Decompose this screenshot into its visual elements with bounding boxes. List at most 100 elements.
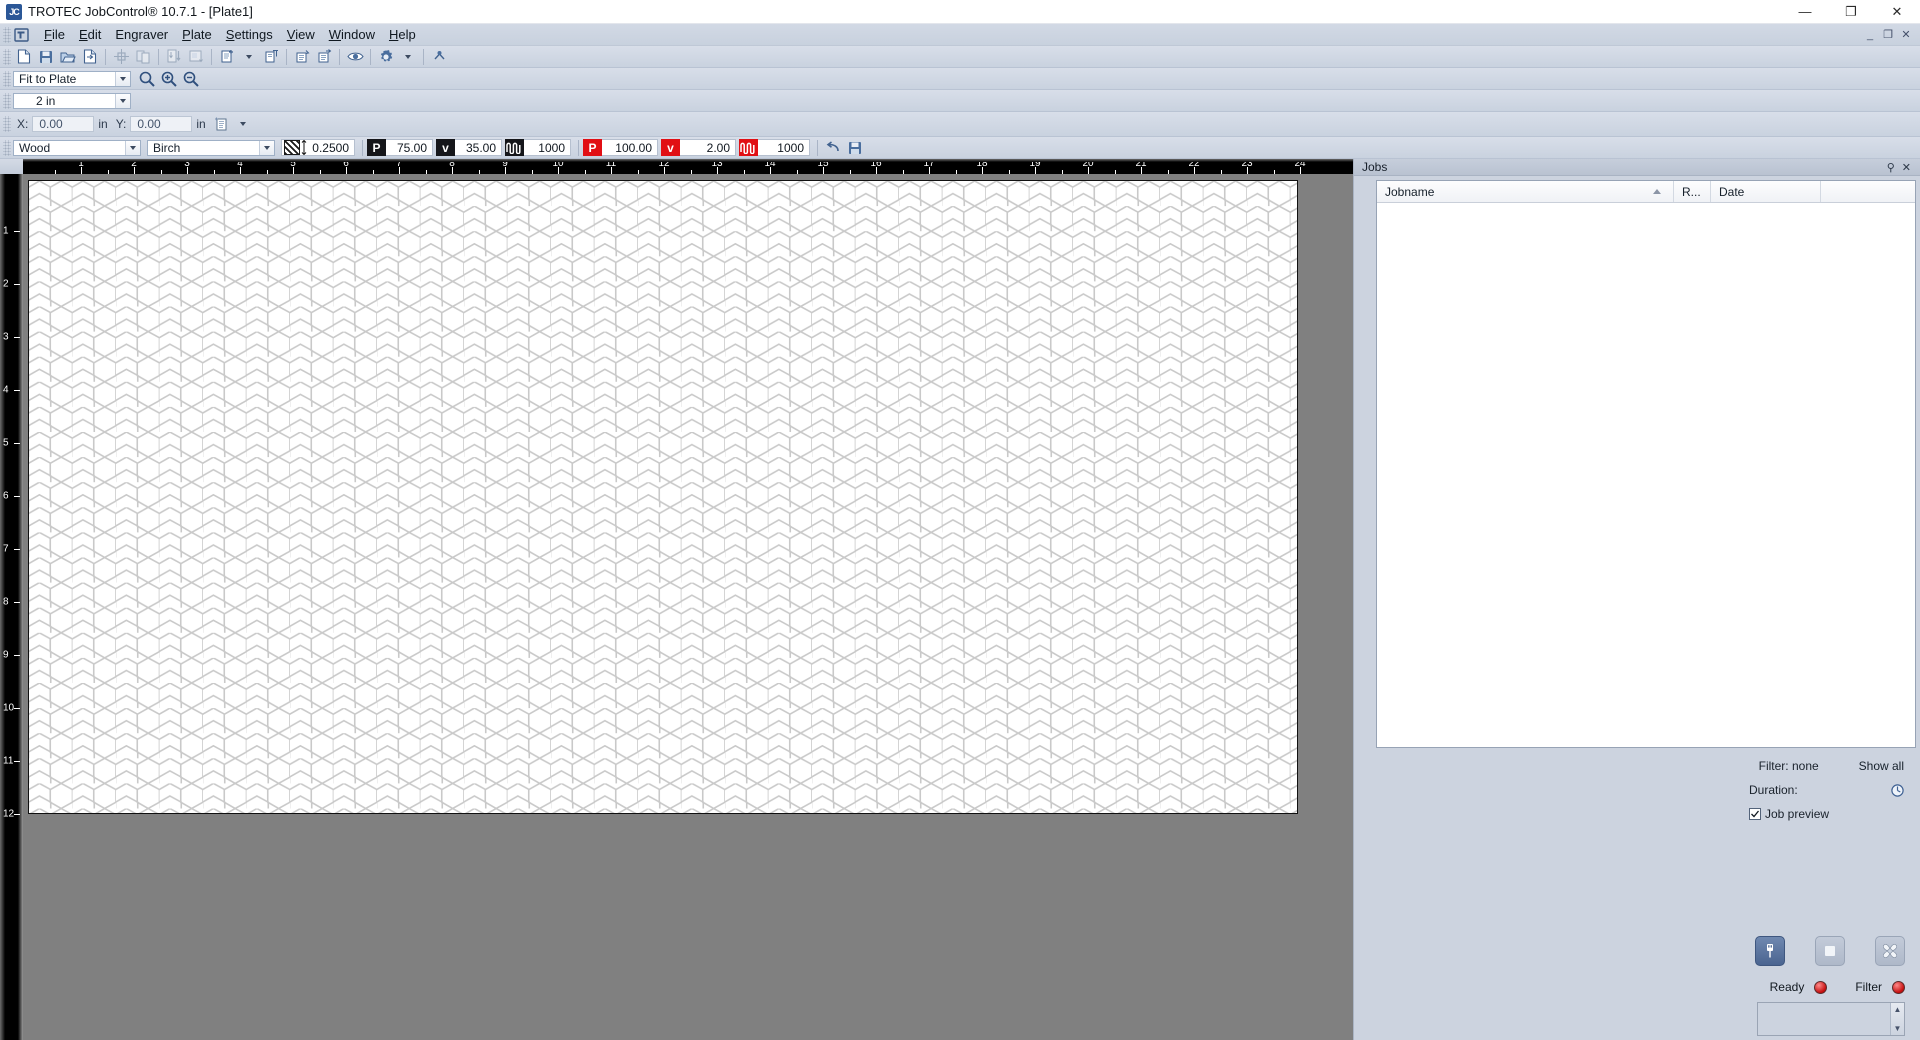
toolbar-grip[interactable]: [3, 48, 11, 65]
plate-canvas-area[interactable]: 1 2 3 4 5 6 7 8 9 10 11 12 13 14 15 16 17 18 19 20 21 22 23 24 …: [0, 159, 1353, 1040]
message-box[interactable]: ▲ ▼: [1757, 1002, 1905, 1036]
engrave-frequency-value[interactable]: 1000: [524, 139, 571, 156]
ruler-corner: [0, 159, 23, 174]
material-group-combo[interactable]: Wood: [13, 139, 141, 156]
menu-settings[interactable]: Settings: [219, 25, 280, 44]
scroll-down-icon[interactable]: ▼: [1894, 1024, 1902, 1033]
ruler-label: 8: [449, 159, 455, 169]
menu-help[interactable]: Help: [382, 25, 423, 44]
material-type-combo[interactable]: Birch: [147, 139, 275, 156]
ruler-tick-minor: [584, 170, 586, 174]
job-preview-checkbox[interactable]: [1749, 808, 1761, 820]
ruler-tick-minor: [1220, 170, 1222, 174]
new-job-dropdown[interactable]: [239, 48, 259, 66]
chevron-down-icon[interactable]: [115, 71, 130, 86]
minimize-button[interactable]: —: [1782, 0, 1828, 24]
cut-power-value[interactable]: 100.00: [602, 139, 658, 156]
menu-engraver[interactable]: Engraver: [108, 25, 175, 44]
menu-file[interactable]: FFileile: [37, 25, 72, 44]
engrave-power-value[interactable]: 75.00: [386, 139, 433, 156]
sort-job-button[interactable]: [164, 48, 184, 66]
jobs-column-r[interactable]: R...: [1674, 181, 1711, 202]
settings-dropdown[interactable]: [398, 48, 418, 66]
undo-material-button[interactable]: [823, 139, 843, 157]
engrave-speed-value[interactable]: 35.00: [455, 139, 502, 156]
ruler-tick-minor: [425, 170, 427, 174]
exhaust-fan-button[interactable]: [1875, 936, 1905, 966]
toolbar-grip[interactable]: [3, 92, 11, 109]
toolbar-separator: [158, 48, 159, 65]
ruler-label: 12: [3, 808, 15, 820]
chevron-down-icon[interactable]: [259, 140, 274, 155]
chevron-down-icon[interactable]: [125, 140, 140, 155]
connect-button[interactable]: [429, 48, 449, 66]
zoom-toolbar: Fit to Plate: [0, 68, 1920, 90]
open-button[interactable]: [58, 48, 78, 66]
close-button[interactable]: ✕: [1874, 0, 1920, 24]
menu-grip[interactable]: [3, 26, 11, 43]
job-lock-button[interactable]: [292, 48, 312, 66]
material-type-value: Birch: [153, 140, 181, 155]
menu-edit[interactable]: Edit: [72, 25, 108, 44]
y-input[interactable]: 0.00: [130, 116, 193, 132]
menu-view[interactable]: View: [280, 25, 322, 44]
message-scrollbar[interactable]: ▲ ▼: [1890, 1003, 1904, 1035]
toolbar-separator: [362, 139, 363, 156]
menu-plate[interactable]: Plate: [175, 25, 219, 44]
jobs-column-blank[interactable]: [1821, 181, 1915, 202]
mdi-restore-button[interactable]: ❐: [1880, 28, 1896, 42]
plate-export-button[interactable]: [186, 48, 206, 66]
x-input[interactable]: 0.00: [32, 116, 95, 132]
toolbar-grip[interactable]: [3, 139, 11, 156]
delete-job-button[interactable]: [261, 48, 281, 66]
ruler-tick-minor: [107, 170, 109, 174]
save-material-button[interactable]: [845, 139, 865, 157]
new-plate-button[interactable]: [14, 48, 34, 66]
align-center-button[interactable]: [111, 48, 131, 66]
zoom-mode-combo[interactable]: Fit to Plate: [13, 70, 131, 87]
mdi-close-button[interactable]: ✕: [1898, 28, 1914, 42]
grid-size-combo[interactable]: 2 in: [13, 92, 131, 109]
material-thickness-value[interactable]: 0.2500: [308, 141, 354, 155]
window-controls: — ❐ ✕: [1782, 0, 1920, 24]
zoom-out-button[interactable]: [181, 70, 201, 88]
job-move-button[interactable]: [314, 48, 334, 66]
mdi-minimize-button[interactable]: _: [1862, 28, 1878, 42]
anchor-position-icon[interactable]: [211, 115, 231, 133]
grid-size-value: 2 in: [36, 93, 56, 108]
maximize-button[interactable]: ❐: [1828, 0, 1874, 24]
pin-icon[interactable]: ⚲: [1887, 161, 1895, 174]
toolbar-separator: [423, 48, 424, 65]
toolbar-grip[interactable]: [3, 70, 11, 87]
new-job-button[interactable]: [217, 48, 237, 66]
usb-connect-button[interactable]: [1755, 936, 1785, 966]
ruler-tick-minor: [1167, 170, 1169, 174]
close-icon[interactable]: ✕: [1902, 161, 1911, 174]
save-button[interactable]: [36, 48, 56, 66]
zoom-window-button[interactable]: [137, 70, 157, 88]
jobs-list[interactable]: Jobname R... Date: [1376, 180, 1916, 748]
work-plate[interactable]: [28, 180, 1298, 814]
ruler-tick: [14, 814, 20, 815]
menu-window[interactable]: Window: [322, 25, 382, 44]
scroll-up-icon[interactable]: ▲: [1894, 1005, 1902, 1014]
toolbar-grip[interactable]: [3, 116, 11, 132]
preview-button[interactable]: [345, 48, 365, 66]
duplicate-button[interactable]: [133, 48, 153, 66]
stop-button[interactable]: [1815, 936, 1845, 966]
chevron-down-icon[interactable]: [115, 93, 130, 108]
import-button[interactable]: [80, 48, 100, 66]
settings-button[interactable]: [376, 48, 396, 66]
jobs-column-date[interactable]: Date: [1711, 181, 1821, 202]
cut-frequency-value[interactable]: 1000: [758, 139, 810, 156]
zoom-in-button[interactable]: [159, 70, 179, 88]
ruler-label: 5: [290, 159, 296, 169]
ruler-label: 12: [658, 159, 670, 169]
anchor-dropdown[interactable]: [233, 115, 253, 133]
jobs-column-jobname[interactable]: Jobname: [1377, 181, 1674, 202]
engrave-speed-group: v 35.00: [436, 139, 502, 156]
cut-speed-value[interactable]: 2.00: [680, 139, 736, 156]
jobs-table-body[interactable]: [1377, 203, 1915, 747]
show-all-link[interactable]: Show all: [1859, 759, 1904, 773]
menu-bar: FFileile Edit Engraver Plate Settings Vi…: [0, 24, 1920, 46]
